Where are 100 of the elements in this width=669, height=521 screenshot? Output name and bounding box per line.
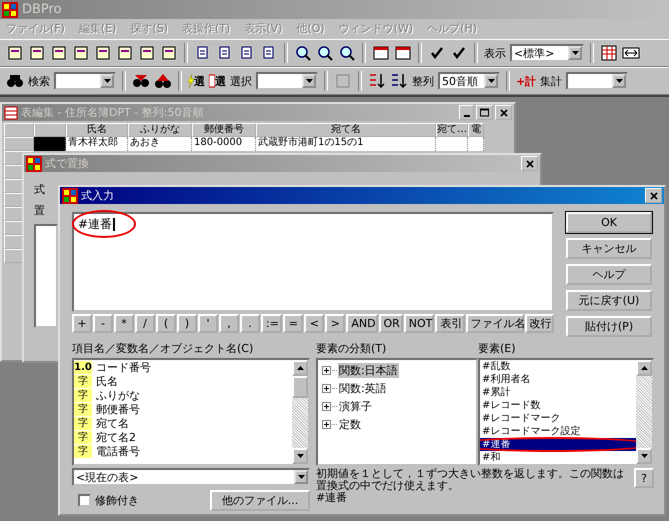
table-cell: あおき xyxy=(128,137,192,151)
minimize-button[interactable] xyxy=(459,105,474,120)
operator-button[interactable]: OR xyxy=(378,314,403,333)
table-icon[interactable] xyxy=(600,44,618,62)
replace-text-area[interactable] xyxy=(34,224,58,328)
binoculars-up-icon[interactable] xyxy=(154,72,172,90)
expression-text: #連番 xyxy=(78,216,116,233)
sort-label: 整列 xyxy=(412,74,434,88)
expand-icon[interactable] xyxy=(322,366,331,375)
dialog-button[interactable]: 元に戻す(U) xyxy=(566,290,652,311)
dialog-button[interactable]: OK xyxy=(566,212,652,233)
operator-button[interactable]: < xyxy=(304,314,324,333)
expand-icon[interactable] xyxy=(322,402,331,411)
total-combo[interactable] xyxy=(566,72,628,90)
field-list-item[interactable]: 字 宛て名 xyxy=(74,416,292,430)
minimize-icon xyxy=(464,115,470,117)
app-logo-icon xyxy=(62,188,78,204)
search-combo[interactable] xyxy=(54,72,116,90)
app-title: DBPro xyxy=(22,2,62,17)
operator-button[interactable]: ( xyxy=(156,314,176,333)
column-header[interactable]: ふりがな xyxy=(128,123,192,137)
tree-item[interactable]: 演算子 xyxy=(338,399,373,414)
field-label: 式 xyxy=(34,182,45,197)
expression-editor[interactable]: #連番 xyxy=(72,212,554,312)
field-list-item[interactable]: 字 氏名 xyxy=(74,374,292,388)
table-cell: 180-0000 xyxy=(192,137,256,151)
dropdown-arrow-icon xyxy=(572,51,578,55)
sort-descending-icon[interactable] xyxy=(390,72,408,90)
scroll-up-arrow-icon xyxy=(296,366,304,370)
checkbox[interactable] xyxy=(78,494,91,507)
operator-button[interactable]: - xyxy=(93,314,113,333)
binoculars-down-icon[interactable] xyxy=(132,72,150,90)
dropdown-arrow-icon xyxy=(104,79,110,83)
dialog-button[interactable]: ヘルプ xyxy=(566,264,652,285)
close-icon xyxy=(650,192,658,200)
close-button[interactable] xyxy=(645,188,662,203)
operator-button[interactable]: , xyxy=(219,314,239,333)
close-button[interactable] xyxy=(495,105,512,120)
scroll-up-arrow-icon xyxy=(640,366,648,370)
dialog-button[interactable]: 貼付け(P) xyxy=(566,316,652,337)
expand-icon[interactable] xyxy=(322,384,331,393)
sort-combo[interactable]: 50音順 xyxy=(438,72,500,90)
column-header[interactable]: 電 xyxy=(468,123,484,137)
scrollbar-thumb[interactable] xyxy=(292,376,308,398)
operator-button[interactable]: NOT xyxy=(404,314,434,333)
row-number-cell xyxy=(34,137,66,151)
element-list-item[interactable]: #レコードマーク xyxy=(480,412,636,425)
expand-icon[interactable] xyxy=(322,420,331,429)
field-list-item[interactable]: 字 電話番号 xyxy=(74,444,292,458)
operator-button[interactable]: / xyxy=(135,314,155,333)
checkbox-label: 修飾付き xyxy=(95,493,140,508)
maximize-button[interactable] xyxy=(476,105,493,120)
disabled-tool-icon xyxy=(334,72,352,90)
operator-button[interactable]: 改行 xyxy=(524,314,554,333)
element-list-item[interactable]: #累計 xyxy=(480,386,636,399)
total-label: 集計 xyxy=(540,74,562,88)
select-combo[interactable] xyxy=(256,72,318,90)
dropdown-arrow-icon xyxy=(298,475,304,479)
tree-item[interactable]: 関数:日本語 xyxy=(338,363,399,378)
operator-button[interactable]: = xyxy=(283,314,304,333)
other-files-button[interactable]: 他のファイル... xyxy=(210,490,310,511)
operator-button[interactable]: > xyxy=(325,314,346,333)
operator-button[interactable]: ) xyxy=(177,314,197,333)
field-list-item[interactable]: 1.0 コード番号 xyxy=(74,360,292,374)
view-combo[interactable]: <標準> xyxy=(510,44,584,62)
element-list-item[interactable]: #レコードマーク設定 xyxy=(480,425,636,438)
scrollbar[interactable] xyxy=(636,360,652,464)
operator-button[interactable]: ' xyxy=(198,314,218,333)
operator-button[interactable]: := xyxy=(261,314,282,333)
element-list-item[interactable]: #レコード数 xyxy=(480,399,636,412)
operator-button[interactable]: AND xyxy=(346,314,378,333)
binoculars-icon[interactable] xyxy=(6,72,24,90)
operator-button[interactable]: + xyxy=(72,314,92,333)
operator-button[interactable]: * xyxy=(114,314,134,333)
help-button[interactable]: ? xyxy=(634,468,654,488)
field-list-item[interactable]: 字 宛て名2 xyxy=(74,430,292,444)
field-list-item[interactable]: 字 郵便番号 xyxy=(74,402,292,416)
operator-button[interactable]: ファイル名 xyxy=(466,314,524,333)
function-name: #連番 xyxy=(316,492,348,504)
operator-button[interactable]: 表引 xyxy=(435,314,465,333)
sort-ascending-icon[interactable] xyxy=(368,72,386,90)
close-button[interactable] xyxy=(521,156,538,171)
table-combo[interactable]: <現在の表> xyxy=(72,468,310,486)
scrollbar[interactable] xyxy=(292,360,308,464)
tree-item[interactable]: 関数:英語 xyxy=(338,381,388,396)
type-badge: 字 xyxy=(74,444,92,458)
zoom-out-icon[interactable] xyxy=(316,44,334,62)
zoom-in-icon[interactable] xyxy=(294,44,312,62)
column-header[interactable]: 郵便番号 xyxy=(192,123,256,137)
dialog-button[interactable]: キャンセル xyxy=(566,238,652,259)
operator-button[interactable]: . xyxy=(240,314,260,333)
element-list-item[interactable]: #利用者名 xyxy=(480,373,636,386)
dialog-title: 式で置換 xyxy=(45,156,90,171)
field-list-item[interactable]: 字 ふりがな xyxy=(74,388,292,402)
element-list-item[interactable]: #乱数 xyxy=(480,360,636,373)
tree-item[interactable]: 定数 xyxy=(338,417,362,432)
select-label: 選択 xyxy=(230,74,252,88)
column-header[interactable]: 氏名 xyxy=(66,123,128,137)
app-logo-icon xyxy=(26,156,42,172)
element-list-item[interactable]: #和 xyxy=(480,451,636,464)
